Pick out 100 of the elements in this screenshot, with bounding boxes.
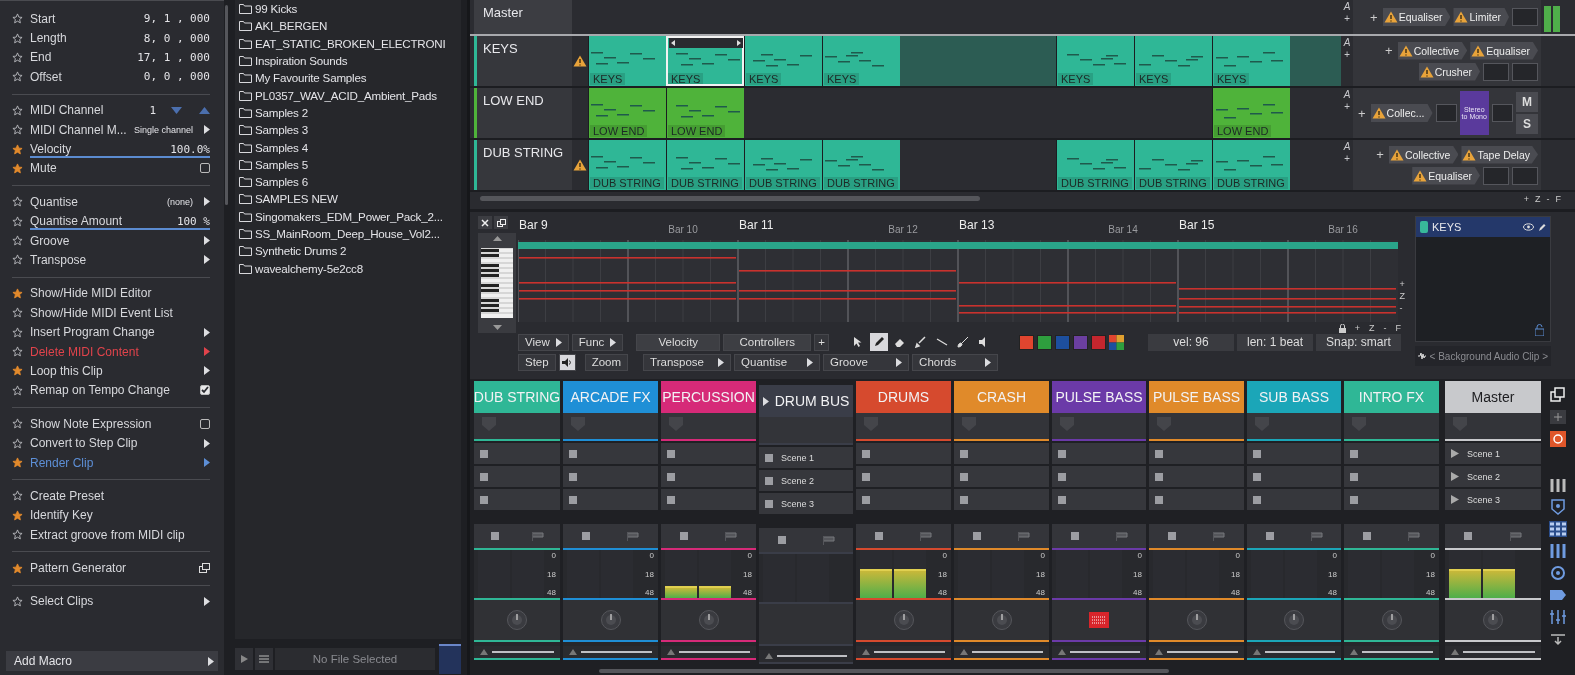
folder-name[interactable]: SAMPLES NEW xyxy=(255,192,338,206)
property-value[interactable]: 17, 1 , 000 xyxy=(137,50,210,64)
track-marker[interactable]: A xyxy=(1343,37,1351,49)
fader-handle-icon[interactable] xyxy=(1155,649,1163,655)
property-label[interactable]: Identify Key xyxy=(30,508,93,523)
folder-name[interactable]: Singomakers_EDM_Power_Pack_2... xyxy=(255,209,443,223)
channel-header[interactable]: PERCUSSION xyxy=(661,381,756,413)
plugin-chip[interactable]: Equaliser xyxy=(1470,41,1538,60)
insert-slot[interactable] xyxy=(474,600,560,642)
insert-slot[interactable] xyxy=(1344,600,1439,642)
menu-button[interactable]: Func xyxy=(571,333,624,351)
scene-slot[interactable]: Scene 1 xyxy=(759,447,853,468)
scene-slot[interactable]: Scene 3 xyxy=(759,493,853,514)
scene-slot[interactable] xyxy=(1149,443,1244,464)
scene-slot[interactable] xyxy=(1149,489,1244,510)
scene-slot[interactable] xyxy=(1247,466,1341,487)
stop-icon[interactable] xyxy=(1058,472,1066,481)
scene-slot[interactable] xyxy=(1052,443,1146,464)
knob-icon[interactable] xyxy=(990,609,1013,631)
tab-button[interactable]: Controllers xyxy=(723,333,812,351)
play-icon[interactable] xyxy=(1451,449,1459,458)
zoom-control[interactable]: - xyxy=(1546,194,1550,204)
menu-button[interactable] xyxy=(255,648,273,670)
knob-icon[interactable] xyxy=(1482,609,1504,631)
property-label[interactable]: Delete MIDI Content xyxy=(30,344,139,359)
collapse-icon[interactable] xyxy=(1549,631,1567,647)
scene-slot[interactable]: Scene 3 xyxy=(1445,489,1541,510)
star-icon[interactable] xyxy=(12,529,23,541)
play-button[interactable] xyxy=(235,648,253,670)
track-marker[interactable]: + xyxy=(1344,101,1350,113)
stop-icon[interactable] xyxy=(960,495,968,504)
color-swatch[interactable] xyxy=(1037,334,1052,350)
plugin-chip[interactable]: Crusher xyxy=(1418,62,1480,81)
insert-slot[interactable] xyxy=(954,600,1049,642)
property-label[interactable]: Extract groove from MIDI clip xyxy=(30,527,185,542)
stop-icon[interactable] xyxy=(1070,532,1079,540)
scene-slot[interactable] xyxy=(1247,443,1341,464)
property-value[interactable]: 100 % xyxy=(176,214,210,228)
stop-icon[interactable] xyxy=(1350,495,1358,504)
stop-icon[interactable] xyxy=(1265,532,1274,540)
scene-slot[interactable] xyxy=(1344,489,1439,510)
zoom-control[interactable]: - xyxy=(1399,302,1405,315)
property-value[interactable]: 100.0% xyxy=(170,142,210,156)
fader-handle-icon[interactable] xyxy=(765,653,773,659)
eye-icon[interactable] xyxy=(1523,223,1534,232)
stop-icon[interactable] xyxy=(765,453,773,462)
plugin-chip[interactable]: Limiter xyxy=(1453,8,1509,26)
zoom-control[interactable]: Z xyxy=(1369,323,1375,334)
property-label[interactable]: Pattern Generator xyxy=(30,561,127,576)
scene-slot[interactable] xyxy=(954,466,1049,487)
stop-icon[interactable] xyxy=(581,532,590,540)
mixer-icon[interactable] xyxy=(1549,543,1567,559)
star-icon[interactable] xyxy=(12,509,23,521)
star-icon[interactable] xyxy=(12,437,23,449)
star-icon[interactable] xyxy=(12,51,23,63)
star-icon[interactable] xyxy=(12,32,23,44)
property-label[interactable]: Length xyxy=(30,31,67,46)
scene-slot[interactable]: Scene 2 xyxy=(1445,466,1541,487)
play-icon[interactable] xyxy=(1451,472,1459,481)
property-label[interactable]: Start xyxy=(30,11,56,26)
star-icon[interactable] xyxy=(12,490,23,502)
speaker-button[interactable] xyxy=(558,353,576,371)
add-macro-button[interactable]: Add Macro xyxy=(6,651,218,671)
fader-handle-icon[interactable] xyxy=(1350,649,1358,655)
property-label[interactable]: Quantise Amount xyxy=(30,214,123,229)
property-label[interactable]: End xyxy=(30,50,52,65)
fader-handle-icon[interactable] xyxy=(862,649,870,655)
property-value[interactable]: (none) xyxy=(167,196,193,207)
scene-slot[interactable] xyxy=(563,489,658,510)
track-header[interactable]: DUB STRING xyxy=(474,140,572,190)
menu-button[interactable]: Transpose xyxy=(643,353,732,371)
stop-icon[interactable] xyxy=(1058,449,1066,458)
property-label[interactable]: MIDI Channel xyxy=(30,103,104,118)
stop-icon[interactable] xyxy=(667,449,675,458)
folder-name[interactable]: My Favourite Samples xyxy=(255,71,367,85)
scene-slot[interactable] xyxy=(563,443,658,464)
folder-name[interactable]: SS_MainRoom_Deep_House_Vol2... xyxy=(255,227,440,240)
insert-slot[interactable] xyxy=(563,600,658,642)
sliders-icon[interactable] xyxy=(1549,609,1567,625)
down-arrow-icon[interactable] xyxy=(171,106,182,114)
star-icon[interactable] xyxy=(12,235,23,247)
property-label[interactable]: Insert Program Change xyxy=(30,325,155,340)
stop-icon[interactable] xyxy=(1155,495,1163,504)
zoom-control[interactable]: F xyxy=(1395,323,1401,334)
stop-icon[interactable] xyxy=(777,536,786,544)
folder-name[interactable]: Samples 2 xyxy=(255,105,308,119)
popout-button[interactable] xyxy=(494,216,508,230)
track-marker[interactable]: A xyxy=(1343,1,1351,13)
property-label[interactable]: Show/Hide MIDI Event List xyxy=(30,305,173,320)
channel-header[interactable]: Master xyxy=(1445,381,1541,413)
menu-button[interactable]: Chords xyxy=(912,353,999,371)
scene-slot[interactable] xyxy=(474,466,560,487)
stop-icon[interactable] xyxy=(667,472,675,481)
property-label[interactable]: Velocity xyxy=(30,142,72,157)
grid-icon[interactable] xyxy=(1549,521,1567,537)
pencil-icon[interactable] xyxy=(1538,222,1546,232)
stop-icon[interactable] xyxy=(862,449,870,458)
checkbox[interactable] xyxy=(200,163,210,174)
stop-icon[interactable] xyxy=(862,495,870,504)
clip[interactable]: LOW END xyxy=(666,88,744,138)
